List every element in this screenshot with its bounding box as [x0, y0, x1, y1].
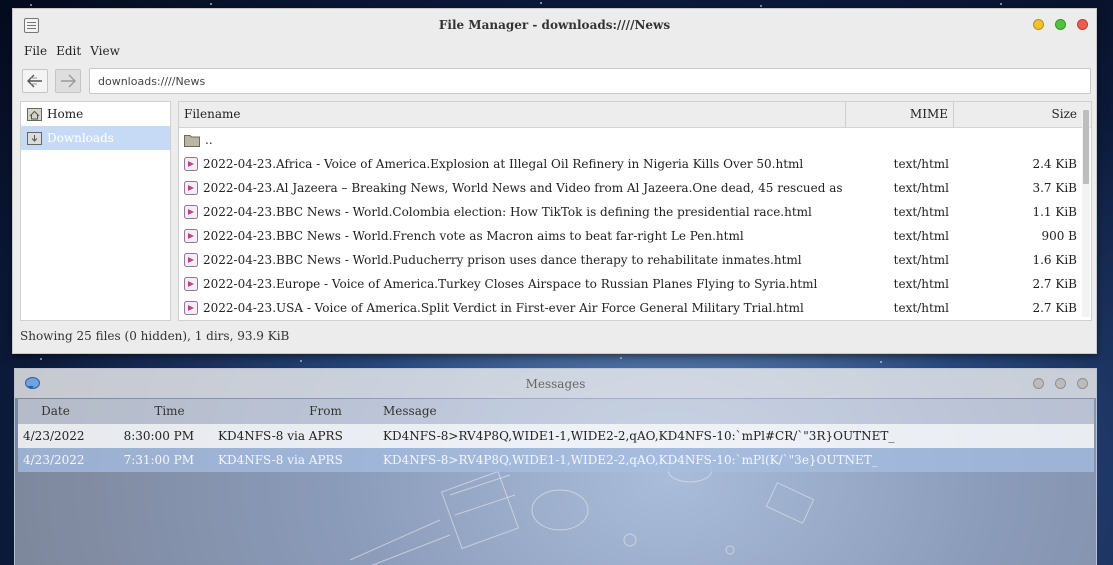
column-from[interactable]: From — [198, 399, 383, 424]
menu-edit[interactable]: Edit — [56, 44, 81, 58]
column-size[interactable]: Size — [954, 102, 1081, 127]
file-size: 3.7 KiB — [1032, 181, 1077, 195]
message-date: 4/23/2022 — [23, 453, 85, 467]
titlebar[interactable]: File Manager - downloads:////News — [13, 9, 1096, 41]
file-size: 2.7 KiB — [1032, 301, 1077, 315]
close-button[interactable] — [1077, 19, 1088, 30]
maximize-button[interactable] — [1055, 378, 1066, 389]
file-rows: .. 2022-04-23.Africa - Voice of America.… — [179, 128, 1091, 320]
file-size: 2.4 KiB — [1032, 157, 1077, 171]
messages-table: Date Time From Message 4/23/2022 8:30:00… — [18, 399, 1094, 472]
file-name: 2022-04-23.BBC News - World.French vote … — [203, 229, 744, 243]
html-file-icon — [184, 181, 198, 195]
file-size: 1.6 KiB — [1032, 253, 1077, 267]
status-bar: Showing 25 files (0 hidden), 1 dirs, 93.… — [20, 329, 290, 343]
menu-view[interactable]: View — [90, 44, 120, 58]
file-size: 900 B — [1041, 229, 1077, 243]
places-sidebar: Home Downloads — [20, 101, 171, 321]
file-row[interactable]: 2022-04-23.Africa - Voice of America.Exp… — [179, 152, 1091, 176]
forward-arrow-icon — [61, 74, 76, 88]
file-mime: text/html — [893, 277, 949, 291]
sidebar-item-downloads[interactable]: Downloads — [21, 126, 170, 150]
html-file-icon — [184, 277, 198, 291]
menu-file[interactable]: File — [24, 44, 47, 58]
sidebar-item-label: Downloads — [47, 131, 114, 145]
file-row[interactable]: 2022-04-23.BBC News - World.Puducherry p… — [179, 248, 1091, 272]
column-message[interactable]: Message — [383, 399, 1094, 424]
column-time[interactable]: Time — [93, 399, 198, 424]
file-row[interactable]: 2022-04-23.Al Jazeera – Breaking News, W… — [179, 176, 1091, 200]
file-mime: text/html — [893, 229, 949, 243]
file-mime: text/html — [893, 301, 949, 315]
html-file-icon — [184, 301, 198, 315]
message-from: KD4NFS-8 via APRS — [218, 429, 343, 443]
messages-header: Date Time From Message — [18, 399, 1094, 424]
file-name: .. — [205, 133, 213, 147]
message-row-selected[interactable]: 4/23/2022 7:31:00 PM KD4NFS-8 via APRS K… — [18, 448, 1094, 472]
message-text: KD4NFS-8>RV4P8Q,WIDE1-1,WIDE2-2,qAO,KD4N… — [383, 453, 878, 467]
scrollbar-thumb[interactable] — [1083, 110, 1089, 184]
back-arrow-icon — [27, 74, 42, 88]
message-row[interactable]: 4/23/2022 8:30:00 PM KD4NFS-8 via APRS K… — [18, 424, 1094, 448]
maximize-button[interactable] — [1055, 19, 1066, 30]
parent-dir-row[interactable]: .. — [179, 128, 1091, 152]
html-file-icon — [184, 229, 198, 243]
file-row[interactable]: 2022-04-23.USA - Voice of America.Split … — [179, 296, 1091, 320]
minimize-button[interactable] — [1033, 378, 1044, 389]
file-name: 2022-04-23.Europe - Voice of America.Tur… — [203, 277, 818, 291]
file-size: 1.1 KiB — [1032, 205, 1077, 219]
menubar: File Edit View — [24, 44, 120, 58]
html-file-icon — [184, 253, 198, 267]
messages-titlebar[interactable]: Messages — [15, 369, 1096, 398]
file-name: 2022-04-23.Al Jazeera – Breaking News, W… — [203, 181, 846, 195]
downloads-icon — [27, 132, 42, 145]
file-mime: text/html — [893, 253, 949, 267]
message-time: 8:30:00 PM — [123, 429, 194, 443]
message-time: 7:31:00 PM — [123, 453, 194, 467]
column-date[interactable]: Date — [18, 399, 93, 424]
window-controls — [1033, 19, 1088, 30]
file-size: 2.7 KiB — [1032, 277, 1077, 291]
home-icon — [27, 108, 42, 121]
messages-window: Messages Date Time From Message 4/23/202… — [14, 368, 1097, 565]
vertical-scrollbar[interactable] — [1082, 110, 1090, 317]
file-mime: text/html — [893, 157, 949, 171]
sidebar-item-home[interactable]: Home — [21, 102, 170, 126]
file-manager-window: File Manager - downloads:////News File E… — [12, 8, 1097, 354]
message-text: KD4NFS-8>RV4P8Q,WIDE1-1,WIDE2-2,qAO,KD4N… — [383, 429, 895, 443]
message-date: 4/23/2022 — [23, 429, 85, 443]
file-list-header: Filename MIME Size — [179, 102, 1091, 128]
file-name: 2022-04-23.Africa - Voice of America.Exp… — [203, 157, 804, 171]
message-from: KD4NFS-8 via APRS — [218, 453, 343, 467]
file-row[interactable]: 2022-04-23.BBC News - World.French vote … — [179, 224, 1091, 248]
file-name: 2022-04-23.USA - Voice of America.Split … — [203, 301, 804, 315]
back-button[interactable] — [22, 69, 48, 93]
window-title: File Manager - downloads:////News — [438, 18, 671, 32]
html-file-icon — [184, 157, 198, 171]
file-row[interactable]: 2022-04-23.Europe - Voice of America.Tur… — [179, 272, 1091, 296]
html-file-icon — [184, 205, 198, 219]
file-row[interactable]: 2022-04-23.BBC News - World.Colombia ele… — [179, 200, 1091, 224]
minimize-button[interactable] — [1033, 19, 1044, 30]
sidebar-item-label: Home — [47, 107, 84, 121]
column-mime[interactable]: MIME — [846, 102, 954, 127]
file-mime: text/html — [893, 181, 949, 195]
column-filename[interactable]: Filename — [179, 102, 846, 127]
path-input[interactable] — [89, 68, 1091, 94]
close-button[interactable] — [1077, 378, 1088, 389]
file-list: Filename MIME Size .. 2022-04-23.Africa … — [178, 101, 1092, 321]
window-controls — [1033, 378, 1088, 389]
file-name: 2022-04-23.BBC News - World.Puducherry p… — [203, 253, 802, 267]
file-mime: text/html — [893, 205, 949, 219]
messages-title: Messages — [525, 377, 586, 391]
file-name: 2022-04-23.BBC News - World.Colombia ele… — [203, 205, 812, 219]
folder-icon — [184, 135, 200, 147]
forward-button[interactable] — [55, 69, 81, 93]
